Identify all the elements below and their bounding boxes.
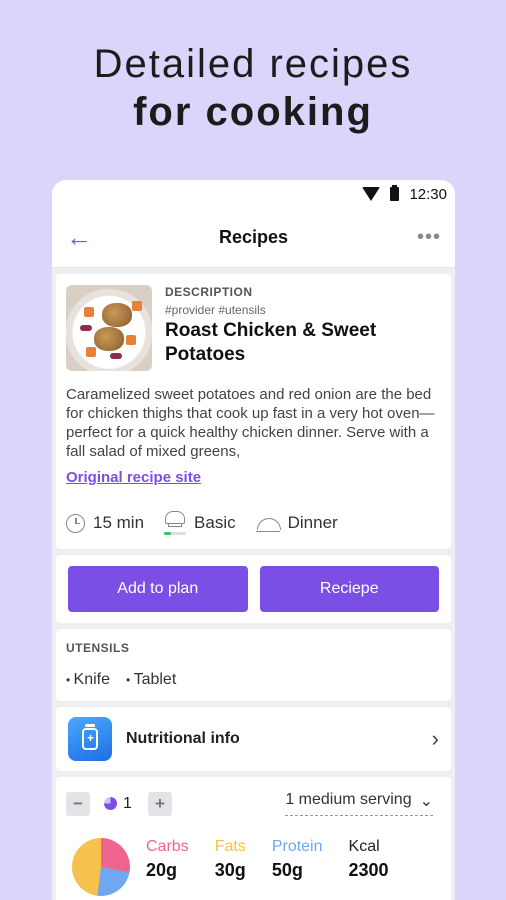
macro-kcal: Kcal 2300 <box>349 838 389 881</box>
macro-label: Kcal <box>348 838 380 855</box>
recipe-description: Caramelized sweet potatoes and red onion… <box>66 386 435 460</box>
meal-type: Dinner <box>287 513 338 532</box>
macro-fats: Fats 30g <box>215 838 246 881</box>
action-buttons: Add to plan Reciepe <box>56 555 451 623</box>
serving-size-value: 1 medium serving <box>285 791 412 808</box>
serving-pie-icon <box>104 797 117 810</box>
wifi-icon <box>362 187 381 201</box>
headline-line-2: for cooking <box>133 90 373 134</box>
macro-value: 20g <box>146 860 178 880</box>
app-bar: ← Recipes ••• <box>52 208 455 268</box>
chevron-down-icon: ⌄ <box>419 793 433 810</box>
promo-headline: Detailed recipes for cooking <box>0 40 506 136</box>
status-bar: 12:30 <box>52 180 455 208</box>
clock-icon <box>66 513 85 533</box>
nutritional-info-row[interactable]: Nutritional info › <box>56 707 451 771</box>
serving-size-dropdown[interactable]: 1 medium serving ⌄ <box>285 791 433 816</box>
cook-time: 15 min <box>93 513 145 532</box>
recipe-card: DESCRIPTION #provider #utensils Roast Ch… <box>56 274 451 549</box>
difficulty-level-bar <box>164 532 187 535</box>
more-options-icon[interactable]: ••• <box>411 226 441 249</box>
increase-serving-button[interactable]: + <box>147 791 172 816</box>
utensils-section: UTENSILS Knife Tablet <box>56 629 451 701</box>
macro-value: 30g <box>214 860 246 880</box>
macro-value: 2300 <box>348 860 389 880</box>
utensils-label: UTENSILS <box>66 641 130 655</box>
macro-label: Carbs <box>146 838 189 855</box>
dish-cover-icon <box>255 514 281 532</box>
nutrition-jar-icon <box>68 717 112 761</box>
recipe-image <box>66 285 152 371</box>
original-recipe-link[interactable]: Original recipe site <box>66 469 201 486</box>
recipe-info-row: 15 min Basic Dinner <box>66 511 441 535</box>
serving-quantity: 1 <box>123 794 132 812</box>
macro-value: 50g <box>271 860 303 880</box>
macro-label: Fats <box>214 838 246 855</box>
utensil-item: Tablet <box>126 671 177 689</box>
macro-carbs: Carbs 20g <box>146 838 189 881</box>
headline-line-1: Detailed recipes <box>93 42 413 86</box>
utensil-item: Knife <box>66 671 110 689</box>
nutritional-info-label: Nutritional info <box>126 730 240 747</box>
chevron-right-icon: › <box>431 726 439 751</box>
status-time: 12:30 <box>409 185 447 203</box>
recipe-button[interactable]: Reciepe <box>259 566 439 612</box>
serving-section: − 1 + 1 medium serving ⌄ Carbs 20g Fats … <box>56 777 451 900</box>
macro-label: Protein <box>271 838 323 855</box>
phone-screen: 12:30 ← Recipes ••• DESCRIPTION #provide… <box>52 180 455 900</box>
chef-hat-icon <box>164 511 187 535</box>
macro-pie-chart <box>72 838 130 896</box>
description-label: DESCRIPTION <box>165 285 253 299</box>
add-to-plan-button[interactable]: Add to plan <box>68 566 248 612</box>
decrease-serving-button[interactable]: − <box>66 791 90 816</box>
difficulty: Basic <box>194 513 236 532</box>
page-title: Recipes <box>218 227 289 247</box>
back-arrow-icon[interactable]: ← <box>66 222 96 253</box>
recipe-tags: #provider #utensils <box>165 303 266 317</box>
battery-icon <box>390 185 400 201</box>
recipe-name: Roast Chicken & Sweet Potatoes <box>165 320 377 365</box>
macro-protein: Protein 50g <box>272 838 323 881</box>
